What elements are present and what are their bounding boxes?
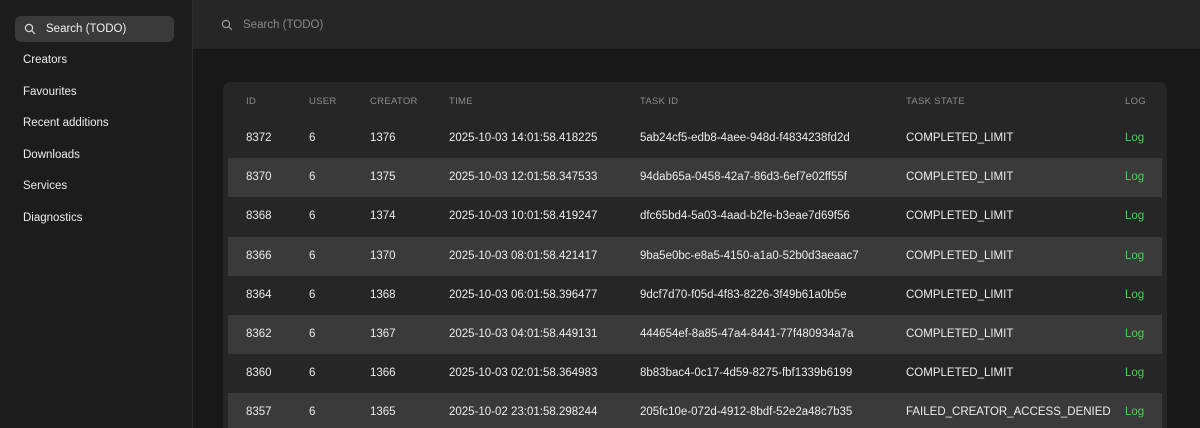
cell-time: 2025-10-03 04:01:58.449131 [449, 327, 598, 340]
table-row[interactable]: 8368 6 1374 2025-10-03 10:01:58.419247 d… [228, 197, 1162, 236]
column-header-user: USER [309, 96, 337, 107]
cell-user: 6 [309, 288, 316, 301]
cell-id: 8360 [246, 367, 272, 380]
cell-id: 8364 [246, 288, 272, 301]
cell-user: 6 [309, 327, 316, 340]
column-header-task-state: TASK STATE [906, 96, 965, 107]
cell-task-state: COMPLETED_LIMIT [906, 210, 1014, 223]
cell-user: 6 [309, 210, 316, 223]
table-body: 8372 6 1376 2025-10-03 14:01:58.418225 5… [228, 119, 1162, 428]
sidebar-item-services[interactable]: Services [0, 171, 192, 203]
table-row[interactable]: 8364 6 1368 2025-10-03 06:01:58.396477 9… [228, 276, 1162, 315]
cell-time: 2025-10-03 14:01:58.418225 [449, 132, 598, 144]
sidebar-item-diagnostics[interactable]: Diagnostics [0, 203, 192, 235]
log-link[interactable]: Log [1125, 276, 1144, 315]
top-header: Search (TODO) [193, 0, 1200, 49]
cell-task-id: 8b83bac4-0c17-4d59-8275-fbf1339b6199 [640, 367, 853, 380]
search-icon [24, 23, 36, 35]
cell-task-id: 9ba5e0bc-e8a5-4150-a1a0-52b0d3aeaac7 [640, 249, 859, 262]
log-link[interactable]: Log [1125, 237, 1144, 276]
table-row[interactable]: 8360 6 1366 2025-10-03 02:01:58.364983 8… [228, 354, 1162, 393]
sidebar-search-button[interactable]: Search (TODO) [15, 16, 174, 42]
cell-creator: 1375 [370, 171, 396, 184]
cell-task-id: 5ab24cf5-edb8-4aee-948d-f4834238fd2d [640, 132, 850, 144]
cell-creator: 1370 [370, 249, 396, 262]
table-header: ID USER CREATOR TIME TASK ID TASK STATE … [223, 82, 1167, 119]
cell-task-id: 205fc10e-072d-4912-8bdf-52e2a48c7b35 [640, 406, 853, 419]
cell-creator: 1367 [370, 327, 396, 340]
cell-id: 8366 [246, 249, 272, 262]
column-header-log: LOG [1125, 96, 1146, 107]
log-link[interactable]: Log [1125, 354, 1144, 393]
cell-task-state: FAILED_CREATOR_ACCESS_DENIED [906, 406, 1111, 419]
cell-time: 2025-10-03 02:01:58.364983 [449, 367, 598, 380]
log-link[interactable]: Log [1125, 315, 1144, 354]
sidebar: Search (TODO) Creators Favourites Recent… [0, 0, 193, 428]
cell-time: 2025-10-03 10:01:58.419247 [449, 210, 598, 223]
column-header-creator: CREATOR [370, 96, 418, 107]
cell-user: 6 [309, 367, 316, 380]
sidebar-item-downloads[interactable]: Downloads [0, 140, 192, 172]
column-header-task-id: TASK ID [640, 96, 679, 107]
table-row[interactable]: 8366 6 1370 2025-10-03 08:01:58.421417 9… [228, 236, 1162, 276]
sidebar-item-favourites[interactable]: Favourites [0, 77, 192, 109]
app-root: Search (TODO) Creators Favourites Recent… [0, 0, 1200, 428]
main-content: ID USER CREATOR TIME TASK ID TASK STATE … [193, 49, 1200, 428]
top-search-placeholder: Search (TODO) [243, 18, 324, 31]
cell-user: 6 [309, 171, 316, 184]
sidebar-item-recent-additions[interactable]: Recent additions [0, 108, 192, 140]
log-link[interactable]: Log [1125, 158, 1144, 197]
cell-task-id: 444654ef-8a85-47a4-8441-77f480934a7a [640, 327, 854, 340]
tasks-table: ID USER CREATOR TIME TASK ID TASK STATE … [223, 82, 1167, 428]
cell-creator: 1365 [370, 406, 396, 419]
cell-creator: 1374 [370, 210, 396, 223]
cell-task-state: COMPLETED_LIMIT [906, 288, 1014, 301]
column-header-time: TIME [449, 96, 473, 107]
cell-id: 8362 [246, 327, 272, 340]
cell-task-id: 9dcf7d70-f05d-4f83-8226-3f49b61a0b5e [640, 288, 847, 301]
cell-creator: 1366 [370, 367, 396, 380]
cell-user: 6 [309, 406, 316, 419]
sidebar-item-creators[interactable]: Creators [0, 45, 192, 77]
cell-task-state: COMPLETED_LIMIT [906, 171, 1014, 184]
cell-task-id: 94dab65a-0458-42a7-86d3-6ef7e02ff55f [640, 171, 847, 184]
top-search-input[interactable]: Search (TODO) [221, 12, 621, 38]
cell-id: 8368 [246, 210, 272, 223]
cell-creator: 1376 [370, 132, 396, 144]
cell-task-state: COMPLETED_LIMIT [906, 249, 1014, 262]
cell-id: 8357 [246, 406, 272, 419]
cell-time: 2025-10-03 06:01:58.396477 [449, 288, 598, 301]
cell-task-id: dfc65bd4-5a03-4aad-b2fe-b3eae7d69f56 [640, 210, 850, 223]
sidebar-search-label: Search (TODO) [46, 23, 127, 35]
cell-user: 6 [309, 132, 316, 144]
cell-user: 6 [309, 249, 316, 262]
log-link[interactable]: Log [1125, 119, 1144, 158]
cell-id: 8370 [246, 171, 272, 184]
cell-time: 2025-10-02 23:01:58.298244 [449, 406, 598, 419]
table-row[interactable]: 8372 6 1376 2025-10-03 14:01:58.418225 5… [228, 119, 1162, 158]
column-header-id: ID [246, 96, 257, 107]
cell-task-state: COMPLETED_LIMIT [906, 327, 1014, 340]
table-row[interactable]: 8362 6 1367 2025-10-03 04:01:58.449131 4… [228, 314, 1162, 355]
search-icon [221, 19, 233, 31]
sidebar-nav: Creators Favourites Recent additions Dow… [0, 45, 192, 234]
cell-time: 2025-10-03 12:01:58.347533 [449, 171, 598, 184]
table-row[interactable]: 8357 6 1365 2025-10-02 23:01:58.298244 2… [228, 393, 1162, 428]
cell-time: 2025-10-03 08:01:58.421417 [449, 249, 598, 262]
cell-id: 8372 [246, 132, 272, 144]
log-link[interactable]: Log [1125, 393, 1144, 428]
table-row[interactable]: 8370 6 1375 2025-10-03 12:01:58.347533 9… [228, 158, 1162, 198]
log-link[interactable]: Log [1125, 197, 1144, 236]
cell-task-state: COMPLETED_LIMIT [906, 132, 1014, 144]
cell-creator: 1368 [370, 288, 396, 301]
cell-task-state: COMPLETED_LIMIT [906, 367, 1014, 380]
